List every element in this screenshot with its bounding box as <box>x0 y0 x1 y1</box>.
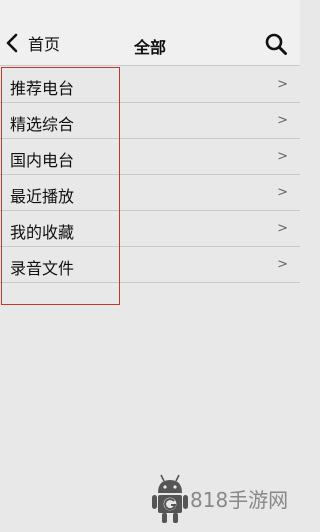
chevron-right-icon: > <box>277 185 288 200</box>
page-title: 全部 <box>133 38 166 57</box>
watermark-text: 818手游网 <box>190 487 289 512</box>
list-item-label: 国内电台 <box>10 151 75 170</box>
chevron-right-icon: > <box>277 77 288 92</box>
chevron-right-icon: > <box>277 221 288 236</box>
list-item-domestic[interactable]: 国内电台 > <box>0 139 300 175</box>
list-item-featured[interactable]: 精选综合 > <box>0 103 300 139</box>
list-item-recent[interactable]: 最近播放 > <box>0 175 300 211</box>
chevron-right-icon: > <box>277 149 288 164</box>
list-item-label: 推荐电台 <box>10 79 75 98</box>
search-icon <box>264 33 288 60</box>
chevron-right-icon: > <box>277 257 288 272</box>
list-item-label: 最近播放 <box>10 187 75 206</box>
top-bar: 首页 全部 <box>0 0 300 66</box>
list-item-label: 我的收藏 <box>10 223 75 242</box>
list-item-favorites[interactable]: 我的收藏 > <box>0 211 300 247</box>
list-item-label: 精选综合 <box>10 115 75 134</box>
category-list: 推荐电台 > 精选综合 > 国内电台 > 最近播放 > 我的收藏 > 录音文件 … <box>0 67 300 283</box>
chevron-right-icon: > <box>277 113 288 128</box>
list-item-label: 录音文件 <box>10 259 75 278</box>
android-robot-icon <box>150 471 190 525</box>
list-item-recordings[interactable]: 录音文件 > <box>0 247 300 283</box>
watermark: 818手游网 <box>150 470 300 526</box>
list-item-recommended[interactable]: 推荐电台 > <box>0 67 300 103</box>
search-button[interactable] <box>264 32 288 56</box>
